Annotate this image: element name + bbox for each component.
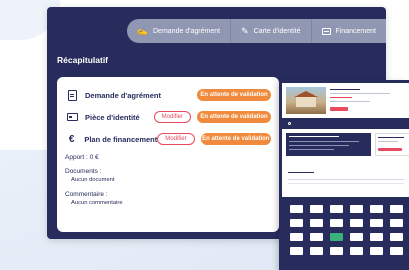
preview-text-line xyxy=(378,141,398,142)
bill-icon xyxy=(321,27,331,35)
preview-text-line xyxy=(378,137,404,138)
tab-carte-identite[interactable]: ✎ Carte d'identité xyxy=(231,19,312,43)
apport-text: Apport : 0 € xyxy=(65,154,99,161)
preview-button xyxy=(378,148,402,151)
status-badge: En attente de validation xyxy=(197,89,271,101)
calendar-cell xyxy=(370,219,383,227)
calendar-cell xyxy=(350,247,363,255)
documents-value: Aucun document xyxy=(71,177,115,183)
preview-text-line xyxy=(330,97,352,98)
recap-row-label: Plan de financement xyxy=(84,134,158,144)
tab-label: Carte d'identité xyxy=(253,27,301,35)
calendar-cell xyxy=(330,247,343,255)
page-title: Récapitulatif xyxy=(57,55,109,65)
calendar-cell xyxy=(330,205,343,213)
calendar-cell xyxy=(310,233,323,241)
modify-button[interactable]: Modifier xyxy=(157,133,195,145)
commentaire-value: Aucun commentaire xyxy=(71,200,123,206)
modify-button[interactable]: Modifier xyxy=(153,111,191,123)
preview-text-line xyxy=(330,93,390,94)
preview-text-line xyxy=(289,141,359,142)
calendar-cell-selected xyxy=(330,233,343,241)
recap-row-demande: Demande d'agrément En attente de validat… xyxy=(65,86,271,104)
calendar-cell xyxy=(370,247,383,255)
status-badge: En attente de validation xyxy=(197,111,271,123)
house-photo xyxy=(286,87,326,114)
calendar-cell xyxy=(290,219,303,227)
calendar-cell xyxy=(370,205,383,213)
calendar-cell xyxy=(390,233,403,241)
recap-row-label: Demande d'agrément xyxy=(85,90,161,100)
recap-row-plan-financement: € Plan de financement Modifier En attent… xyxy=(65,130,271,148)
documents-label: Documents : xyxy=(65,168,102,175)
preview-text-line xyxy=(289,136,339,137)
preview-heading xyxy=(288,172,314,173)
recap-row-label: Pièce d'identité xyxy=(85,112,140,122)
tab-bar: ✍ Demande d'agrément ✎ Carte d'identité … xyxy=(126,19,386,43)
calendar-cell xyxy=(310,247,323,255)
tab-label: Financement xyxy=(335,27,376,35)
id-card-icon: ✎ xyxy=(241,25,249,36)
preview-text-line xyxy=(330,101,370,102)
calendar-cell xyxy=(290,205,303,213)
recap-card: Demande d'agrément En attente de validat… xyxy=(57,77,279,232)
euro-icon: € xyxy=(68,133,75,145)
commentaire-label: Commentaire : xyxy=(65,191,108,198)
calendar-cell xyxy=(330,219,343,227)
calendar-cell xyxy=(390,219,403,227)
calendar-cell xyxy=(350,233,363,241)
calendar-cell xyxy=(350,219,363,227)
preview-heading xyxy=(330,89,360,90)
preview-text-line xyxy=(289,149,334,150)
calendar-cell xyxy=(310,205,323,213)
calendar-cell xyxy=(390,247,403,255)
circle-icon xyxy=(288,122,291,125)
status-badge: En attente de validation xyxy=(200,133,271,145)
preview-calendar xyxy=(282,197,409,270)
calendar-cell xyxy=(390,205,403,213)
handshake-icon: ✍ xyxy=(136,25,148,36)
preview-nav-bar xyxy=(282,118,409,129)
preview-calendar-header xyxy=(288,183,404,184)
calendar-cell xyxy=(290,247,303,255)
secondary-window-preview xyxy=(279,80,409,270)
tab-demande-agrement[interactable]: ✍ Demande d'agrément xyxy=(126,19,232,43)
document-icon xyxy=(67,89,77,101)
preview-text-line xyxy=(289,145,349,146)
tab-financement[interactable]: Financement xyxy=(311,19,386,43)
preview-calendar-header xyxy=(288,179,404,180)
id-card-icon xyxy=(66,113,78,121)
calendar-cell xyxy=(290,233,303,241)
tab-label: Demande d'agrément xyxy=(153,27,221,35)
preview-button xyxy=(330,107,348,111)
calendar-cell xyxy=(310,219,323,227)
calendar-cell xyxy=(350,205,363,213)
recap-row-piece-identite: Pièce d'identité Modifier En attente de … xyxy=(65,108,271,126)
calendar-cell xyxy=(370,233,383,241)
